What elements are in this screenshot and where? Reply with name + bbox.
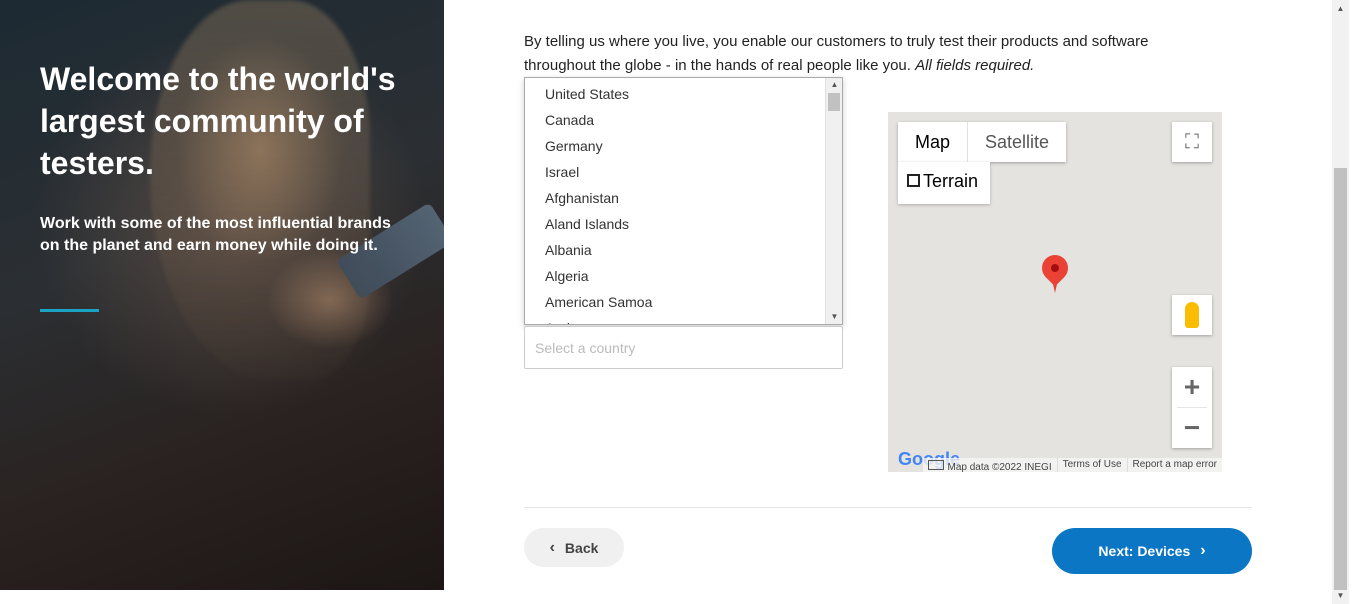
country-dropdown-list[interactable]: United States Canada Germany Israel Afgh… [524,77,843,325]
map-report-link[interactable]: Report a map error [1126,458,1222,472]
required-note: All fields required. [915,57,1035,74]
back-button[interactable]: ‹ Back [524,528,624,567]
section-divider [524,507,1252,508]
map-attribution-bar: Map data ©2022 INEGI Terms of Use Report… [922,458,1222,473]
country-option[interactable]: Canada [525,108,842,134]
scroll-down-arrow-icon[interactable]: ▼ [826,310,842,324]
keyboard-shortcuts-icon[interactable] [927,460,944,470]
hero-panel: Welcome to the world's largest community… [0,0,444,590]
country-option[interactable]: Israel [525,160,842,186]
dropdown-scroll-thumb[interactable] [828,93,840,111]
country-option[interactable]: Albania [525,238,842,264]
map-attribution: Map data ©2022 INEGI [923,458,1057,473]
chevron-left-icon: ‹ [549,538,555,556]
country-option[interactable]: Aland Islands [525,212,842,238]
fullscreen-icon[interactable]: ⛶ [1172,122,1212,162]
pegman-street-view-icon[interactable] [1172,295,1212,335]
chevron-right-icon: › [1200,542,1206,559]
country-option[interactable]: American Samoa [525,290,842,316]
hero-subtitle: Work with some of the most influential b… [40,215,391,254]
terrain-checkbox[interactable] [907,174,920,188]
dropdown-scrollbar[interactable]: ▲ ▼ [825,78,842,324]
scroll-up-arrow-icon[interactable]: ▲ [826,78,842,92]
map-widget[interactable]: Map Satellite Terrain ⛶ + − Google Map d… [888,112,1222,473]
back-button-label: Back [564,539,599,556]
country-option[interactable]: Germany [525,134,842,160]
intro-body: By telling us where you live, you enable… [524,33,1149,74]
map-type-map-button[interactable]: Map [898,122,969,162]
next-devices-button[interactable]: Next: Devices › [1052,528,1252,574]
hero-photo [150,0,370,380]
country-search-input[interactable] [524,326,843,369]
page-scroll-thumb[interactable] [1334,168,1347,590]
country-option[interactable]: Andorra [525,316,842,324]
map-terms-link[interactable]: Terms of Use [1056,458,1127,472]
country-option[interactable]: Afghanistan [525,186,842,212]
hero-accent-rule [40,309,99,312]
zoom-out-button[interactable]: − [1172,408,1212,448]
country-option[interactable]: United States [525,82,842,108]
terrain-label: Terrain [923,171,979,191]
zoom-control: + − [1172,367,1212,448]
page-scroll-up-icon[interactable]: ▲ [1332,0,1349,17]
map-type-satellite-button[interactable]: Satellite [968,122,1066,162]
terrain-toggle[interactable]: Terrain [898,162,990,204]
next-button-label: Next: Devices [1098,543,1191,559]
page-scroll-down-icon[interactable]: ▼ [1332,587,1349,604]
country-option[interactable]: Algeria [525,264,842,290]
map-type-control: Map Satellite [898,122,1067,162]
intro-text: By telling us where you live, you enable… [524,30,1224,78]
hero-title: Welcome to the world's largest community… [40,61,396,181]
zoom-in-button[interactable]: + [1172,367,1212,407]
page-scrollbar[interactable]: ▲ ▼ [1332,0,1349,604]
